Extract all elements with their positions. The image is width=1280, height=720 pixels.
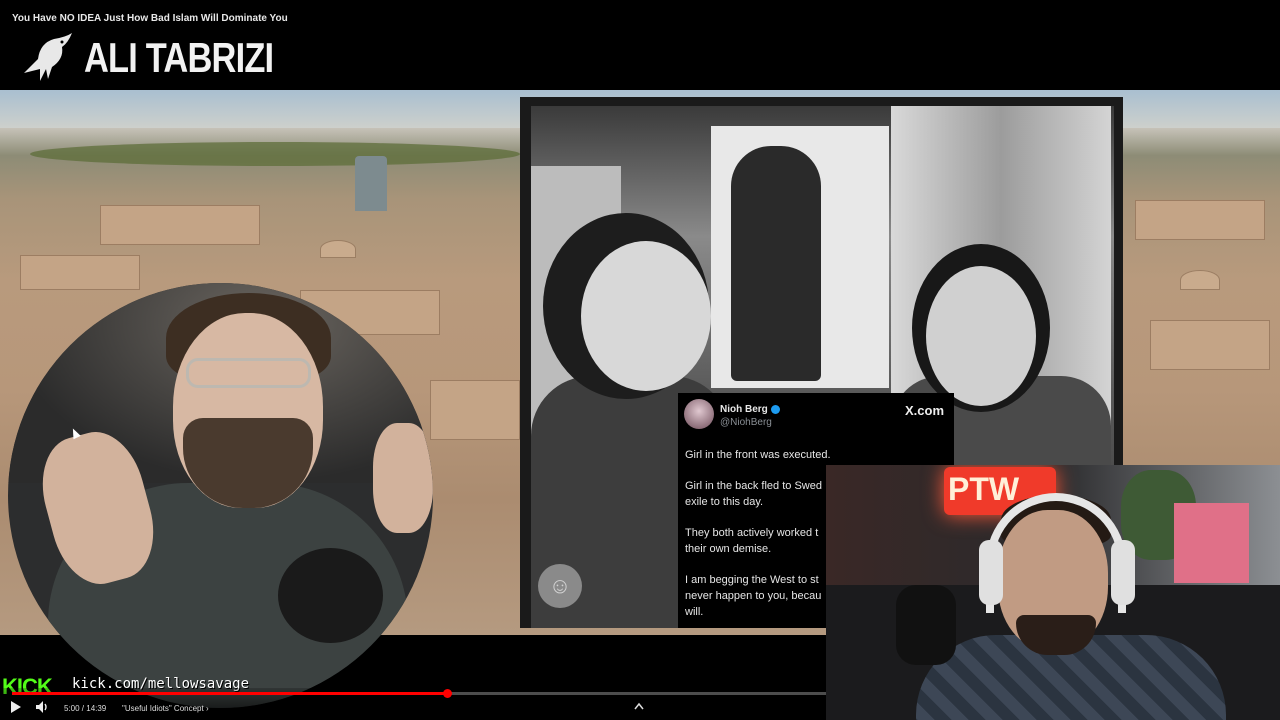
chevron-up-icon[interactable] — [634, 702, 644, 713]
avatar — [684, 399, 714, 429]
building — [1150, 320, 1270, 370]
building — [1135, 200, 1265, 240]
tweet-author-handle: @NiohBerg — [720, 417, 772, 428]
tweet-author-name: Nioh Berg — [720, 404, 780, 415]
minaret — [355, 156, 387, 211]
microphone-icon — [278, 548, 383, 643]
volume-icon — [36, 701, 47, 713]
tweet-line: I am begging the West to st never happen… — [685, 574, 822, 618]
tweet-line: Girl in the back fled to Swed exile to t… — [685, 480, 822, 508]
tweet-line: They both actively worked t their own de… — [685, 527, 819, 555]
dome — [1180, 270, 1220, 290]
neon-sign: PTW — [948, 471, 1020, 507]
tweet-line: Girl in the front was executed. — [685, 449, 831, 461]
user-placeholder-icon: ☺ — [538, 564, 582, 608]
time-display: 5:00 / 14:39 — [64, 704, 107, 713]
streamer-webcam: PTW — [826, 465, 1280, 720]
play-button[interactable] — [11, 701, 21, 716]
x-site-label: X.com — [904, 403, 944, 418]
video-title: You Have NO IDEA Just How Bad Islam Will… — [12, 13, 288, 24]
progress-scrubber[interactable] — [442, 689, 452, 698]
volume-button[interactable] — [36, 701, 49, 716]
tree-line — [30, 142, 520, 166]
chapter-button[interactable]: "Useful Idiots" Concept › — [122, 704, 209, 713]
verified-badge-icon — [770, 404, 780, 414]
host-webcam-circle — [8, 283, 433, 708]
progress-fill — [12, 692, 447, 695]
streamer-mic — [896, 585, 956, 665]
building — [430, 380, 520, 440]
dome — [320, 240, 356, 258]
progress-bar[interactable] — [12, 689, 826, 698]
channel-brand: ALI TABRIZI — [18, 28, 315, 88]
channel-name: ALI TABRIZI — [84, 34, 274, 81]
play-icon — [11, 701, 21, 713]
building — [100, 205, 260, 245]
crow-logo-icon — [24, 33, 72, 81]
